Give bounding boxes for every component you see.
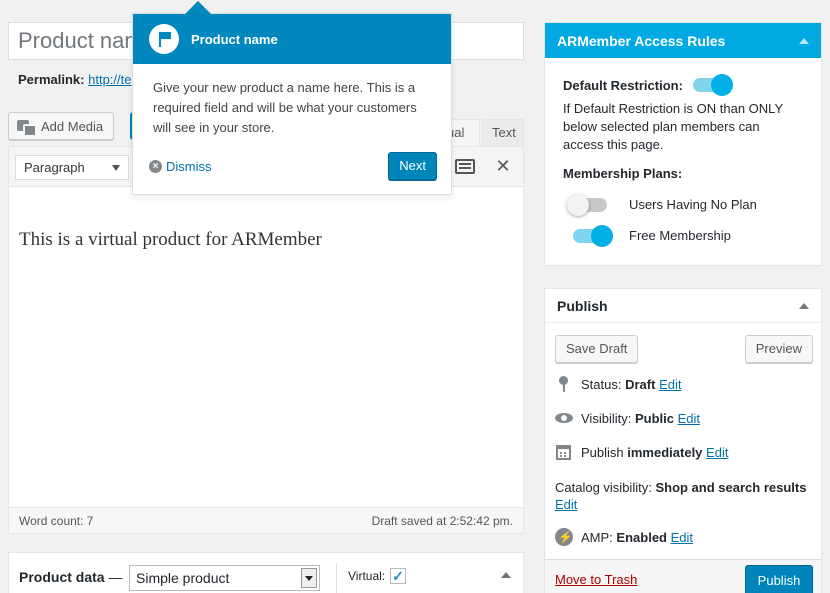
default-restriction-label: Default Restriction: xyxy=(563,77,683,93)
visibility-value: Public xyxy=(634,410,674,426)
publish-title: Publish xyxy=(557,297,608,314)
publish-box: Publish Save Draft Preview Status: Draft… xyxy=(544,288,822,593)
product-name-pointer: Product name Give your new product a nam… xyxy=(132,13,452,195)
toggle-knob xyxy=(591,224,613,247)
keyboard-icon[interactable] xyxy=(455,159,475,174)
edit-publish-date-link[interactable]: Edit xyxy=(706,445,728,460)
amp-bolt-icon xyxy=(555,528,573,546)
media-icon xyxy=(17,118,37,137)
amp-value: Enabled xyxy=(616,529,667,545)
collapse-arrow-icon[interactable] xyxy=(799,302,809,309)
plan-row: Free Membership xyxy=(573,224,803,247)
product-type-value: Simple product xyxy=(136,570,230,586)
collapse-arrow-icon[interactable] xyxy=(501,572,511,578)
edit-status-link[interactable]: Edit xyxy=(659,377,681,392)
amp-row: AMP: Enabled Edit xyxy=(555,528,693,546)
pointer-header: Product name xyxy=(133,14,451,64)
pointer-arrow xyxy=(185,1,211,14)
armember-header[interactable]: ARMember Access Rules xyxy=(545,23,821,58)
product-data-label: Product data — xyxy=(19,569,122,585)
pin-icon xyxy=(555,375,573,393)
add-media-label: Add Media xyxy=(41,118,104,134)
draft-saved-status: Draft saved at 2:52:42 pm. xyxy=(371,513,513,528)
publish-date-label: Publish xyxy=(581,444,624,460)
move-to-trash-link[interactable]: Move to Trash xyxy=(555,572,637,587)
chevron-down-icon[interactable] xyxy=(301,568,317,588)
plan-row: Users Having No Plan xyxy=(567,193,803,216)
publish-date-value: immediately xyxy=(627,444,703,460)
calendar-icon xyxy=(555,443,573,461)
catalog-visibility-value: Shop and search results xyxy=(655,480,807,495)
visibility-row: Visibility: Public Edit xyxy=(555,409,700,427)
eye-icon xyxy=(555,409,573,427)
publish-button[interactable]: Publish xyxy=(745,565,813,593)
permalink: Permalink: http://te xyxy=(18,72,131,87)
edit-amp-link[interactable]: Edit xyxy=(671,530,693,545)
toggle-knob xyxy=(567,193,589,216)
fullscreen-icon[interactable]: ✕ xyxy=(495,157,511,175)
product-type-select[interactable]: Simple product xyxy=(129,565,320,591)
plan-toggle-free-membership[interactable] xyxy=(573,224,613,247)
dismiss-link[interactable]: × Dismiss xyxy=(149,159,212,174)
default-restriction-row: Default Restriction: xyxy=(563,74,803,96)
pointer-footer: × Dismiss Next xyxy=(149,152,437,180)
preview-button[interactable]: Preview xyxy=(744,335,813,363)
next-button[interactable]: Next xyxy=(388,152,437,180)
default-restriction-toggle[interactable] xyxy=(692,74,733,96)
product-data-box: Product data — Simple product Virtual: ✓ xyxy=(8,552,524,593)
status-row: Status: Draft Edit xyxy=(555,375,681,393)
publish-footer: Move to Trash Publish xyxy=(545,559,821,593)
visibility-label: Visibility: xyxy=(581,410,632,426)
content-editor[interactable]: Paragraph ✕ This is a virtual product fo… xyxy=(8,146,524,534)
pointer-title: Product name xyxy=(191,31,278,47)
add-media-button[interactable]: Add Media xyxy=(8,112,114,140)
status-label: Status: xyxy=(581,376,622,392)
edit-visibility-link[interactable]: Edit xyxy=(678,411,700,426)
flag-icon xyxy=(149,24,179,54)
status-value: Draft xyxy=(625,376,656,392)
dismiss-label: Dismiss xyxy=(166,158,212,174)
plan-name: Users Having No Plan xyxy=(629,197,757,212)
permalink-link[interactable]: http://te xyxy=(88,72,131,87)
word-count: Word count: 7 xyxy=(19,513,94,528)
toggle-knob xyxy=(710,74,733,96)
armember-body: Default Restriction: If Default Restrict… xyxy=(545,58,821,247)
restriction-description: If Default Restriction is ON than ONLY b… xyxy=(563,101,783,152)
armember-title: ARMember Access Rules xyxy=(557,32,726,49)
membership-plans-label: Membership Plans: xyxy=(563,166,683,181)
divider xyxy=(336,563,337,593)
collapse-arrow-icon[interactable] xyxy=(799,37,809,44)
publish-date-row: Publish immediately Edit xyxy=(555,443,728,461)
catalog-visibility-label: Catalog visibility: xyxy=(555,480,652,495)
catalog-visibility-row: Catalog visibility: Shop and search resu… xyxy=(555,479,815,513)
product-data-dash: — xyxy=(108,569,123,585)
plan-toggle-no-plan[interactable] xyxy=(567,193,607,216)
permalink-label: Permalink: xyxy=(18,72,85,87)
editor-content[interactable]: This is a virtual product for ARMember xyxy=(19,229,322,251)
armember-access-rules-box: ARMember Access Rules Default Restrictio… xyxy=(544,22,822,266)
close-icon: × xyxy=(149,159,162,173)
edit-catalog-visibility-link[interactable]: Edit xyxy=(555,497,577,512)
publish-header[interactable]: Publish xyxy=(545,289,821,323)
format-select[interactable]: Paragraph xyxy=(15,155,129,180)
pointer-body: Give your new product a name here. This … xyxy=(153,80,417,135)
virtual-checkbox[interactable]: ✓ xyxy=(390,568,406,584)
virtual-label: Virtual: xyxy=(348,569,386,583)
amp-label: AMP: xyxy=(581,529,613,545)
save-draft-button[interactable]: Save Draft xyxy=(555,335,639,363)
product-data-title: Product data xyxy=(19,569,105,585)
tab-text[interactable]: Text xyxy=(482,119,524,146)
editor-status-bar: Word count: 7 Draft saved at 2:52:42 pm. xyxy=(9,507,523,533)
plan-name: Free Membership xyxy=(629,228,731,243)
